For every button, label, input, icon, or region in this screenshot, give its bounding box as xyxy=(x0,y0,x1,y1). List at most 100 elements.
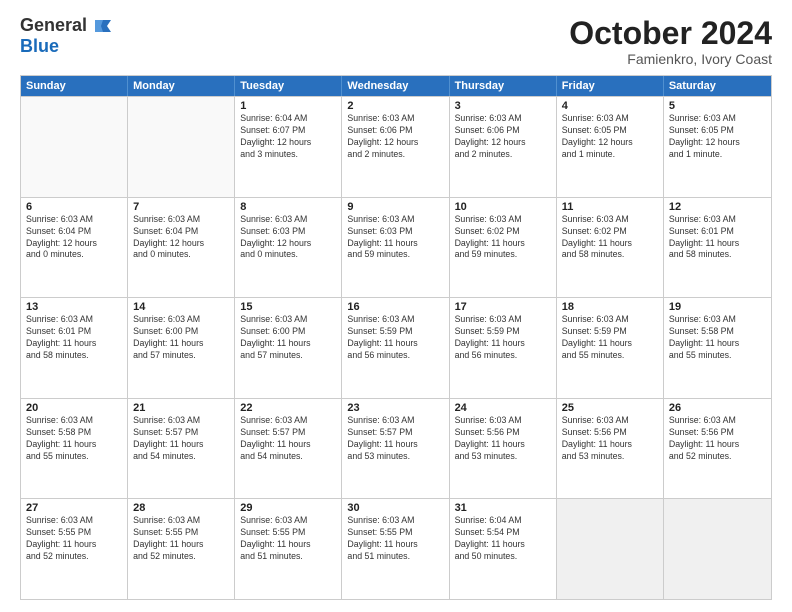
calendar-day-15: 15Sunrise: 6:03 AMSunset: 6:00 PMDayligh… xyxy=(235,298,342,398)
cell-info: Daylight: 12 hours xyxy=(26,238,122,250)
cell-info: Daylight: 11 hours xyxy=(562,439,658,451)
calendar-day-27: 27Sunrise: 6:03 AMSunset: 5:55 PMDayligh… xyxy=(21,499,128,599)
day-of-week-saturday: Saturday xyxy=(664,76,771,96)
day-of-week-friday: Friday xyxy=(557,76,664,96)
calendar-day-10: 10Sunrise: 6:03 AMSunset: 6:02 PMDayligh… xyxy=(450,198,557,298)
cell-info: Sunset: 5:57 PM xyxy=(240,427,336,439)
day-number: 7 xyxy=(133,201,229,213)
logo-text: General xyxy=(20,16,111,36)
cell-info: Sunrise: 6:03 AM xyxy=(347,415,443,427)
calendar: SundayMondayTuesdayWednesdayThursdayFrid… xyxy=(20,75,772,600)
cell-info: Sunrise: 6:03 AM xyxy=(455,415,551,427)
cell-info: Daylight: 11 hours xyxy=(26,338,122,350)
day-of-week-thursday: Thursday xyxy=(450,76,557,96)
day-number: 9 xyxy=(347,201,443,213)
cell-info: and 2 minutes. xyxy=(455,149,551,161)
cell-info: Sunrise: 6:03 AM xyxy=(133,214,229,226)
cell-info: Sunrise: 6:03 AM xyxy=(455,214,551,226)
calendar-day-11: 11Sunrise: 6:03 AMSunset: 6:02 PMDayligh… xyxy=(557,198,664,298)
cell-info: Sunset: 6:07 PM xyxy=(240,125,336,137)
calendar-day-8: 8Sunrise: 6:03 AMSunset: 6:03 PMDaylight… xyxy=(235,198,342,298)
calendar-day-24: 24Sunrise: 6:03 AMSunset: 5:56 PMDayligh… xyxy=(450,399,557,499)
calendar-day-16: 16Sunrise: 6:03 AMSunset: 5:59 PMDayligh… xyxy=(342,298,449,398)
cell-info: Daylight: 11 hours xyxy=(347,439,443,451)
cell-info: Sunset: 6:01 PM xyxy=(26,326,122,338)
day-number: 8 xyxy=(240,201,336,213)
cell-info: Daylight: 12 hours xyxy=(669,137,766,149)
cell-info: Daylight: 11 hours xyxy=(240,439,336,451)
day-of-week-wednesday: Wednesday xyxy=(342,76,449,96)
day-number: 21 xyxy=(133,402,229,414)
cell-info: Sunrise: 6:03 AM xyxy=(347,113,443,125)
page: General Blue October 2024 Famienkro, Ivo… xyxy=(0,0,792,612)
cell-info: and 58 minutes. xyxy=(562,249,658,261)
cell-info: Sunset: 5:55 PM xyxy=(347,527,443,539)
cell-info: Sunset: 5:59 PM xyxy=(455,326,551,338)
logo-general: General xyxy=(20,15,87,35)
day-number: 17 xyxy=(455,301,551,313)
cell-info: Daylight: 11 hours xyxy=(455,238,551,250)
calendar-day-23: 23Sunrise: 6:03 AMSunset: 5:57 PMDayligh… xyxy=(342,399,449,499)
cell-info: Sunrise: 6:03 AM xyxy=(26,415,122,427)
calendar-day-17: 17Sunrise: 6:03 AMSunset: 5:59 PMDayligh… xyxy=(450,298,557,398)
cell-info: Sunset: 5:59 PM xyxy=(562,326,658,338)
day-number: 14 xyxy=(133,301,229,313)
cell-info: Sunrise: 6:03 AM xyxy=(133,314,229,326)
cell-info: Daylight: 11 hours xyxy=(562,338,658,350)
calendar-day-26: 26Sunrise: 6:03 AMSunset: 5:56 PMDayligh… xyxy=(664,399,771,499)
cell-info: Sunrise: 6:03 AM xyxy=(26,214,122,226)
cell-info: Sunset: 6:05 PM xyxy=(669,125,766,137)
cell-info: and 50 minutes. xyxy=(455,551,551,563)
cell-info: Sunset: 6:03 PM xyxy=(347,226,443,238)
day-number: 18 xyxy=(562,301,658,313)
cell-info: Sunset: 5:59 PM xyxy=(347,326,443,338)
cell-info: Sunset: 5:56 PM xyxy=(562,427,658,439)
cell-info: Sunrise: 6:03 AM xyxy=(347,214,443,226)
cell-info: and 52 minutes. xyxy=(669,451,766,463)
cell-info: Sunrise: 6:03 AM xyxy=(347,515,443,527)
cell-info: Sunrise: 6:03 AM xyxy=(562,314,658,326)
cell-info: Sunset: 6:01 PM xyxy=(669,226,766,238)
day-number: 22 xyxy=(240,402,336,414)
logo-flag-icon xyxy=(93,18,111,34)
calendar-day-5: 5Sunrise: 6:03 AMSunset: 6:05 PMDaylight… xyxy=(664,97,771,197)
cell-info: and 0 minutes. xyxy=(133,249,229,261)
calendar-day-14: 14Sunrise: 6:03 AMSunset: 6:00 PMDayligh… xyxy=(128,298,235,398)
day-number: 13 xyxy=(26,301,122,313)
day-of-week-tuesday: Tuesday xyxy=(235,76,342,96)
cell-info: Sunrise: 6:03 AM xyxy=(240,415,336,427)
cell-info: Sunset: 6:06 PM xyxy=(347,125,443,137)
day-number: 1 xyxy=(240,100,336,112)
cell-info: Sunrise: 6:03 AM xyxy=(240,515,336,527)
cell-info: Daylight: 11 hours xyxy=(455,539,551,551)
calendar-day-28: 28Sunrise: 6:03 AMSunset: 5:55 PMDayligh… xyxy=(128,499,235,599)
calendar-day-9: 9Sunrise: 6:03 AMSunset: 6:03 PMDaylight… xyxy=(342,198,449,298)
cell-info: Sunrise: 6:03 AM xyxy=(26,515,122,527)
cell-info: Sunset: 6:03 PM xyxy=(240,226,336,238)
cell-info: and 58 minutes. xyxy=(26,350,122,362)
cell-info: Daylight: 11 hours xyxy=(669,338,766,350)
cell-info: Sunset: 6:00 PM xyxy=(240,326,336,338)
cell-info: and 54 minutes. xyxy=(133,451,229,463)
day-number: 4 xyxy=(562,100,658,112)
cell-info: and 59 minutes. xyxy=(347,249,443,261)
cell-info: and 58 minutes. xyxy=(669,249,766,261)
month-year: October 2024 xyxy=(569,16,772,51)
cell-info: and 2 minutes. xyxy=(347,149,443,161)
cell-info: Sunset: 6:04 PM xyxy=(26,226,122,238)
cell-info: and 55 minutes. xyxy=(562,350,658,362)
day-number: 31 xyxy=(455,502,551,514)
day-number: 12 xyxy=(669,201,766,213)
cell-info: Sunset: 5:56 PM xyxy=(455,427,551,439)
cell-info: Daylight: 12 hours xyxy=(133,238,229,250)
cell-info: and 56 minutes. xyxy=(455,350,551,362)
calendar-day-2: 2Sunrise: 6:03 AMSunset: 6:06 PMDaylight… xyxy=(342,97,449,197)
calendar-day-1: 1Sunrise: 6:04 AMSunset: 6:07 PMDaylight… xyxy=(235,97,342,197)
cell-info: Sunrise: 6:03 AM xyxy=(669,214,766,226)
cell-info: Daylight: 11 hours xyxy=(562,238,658,250)
cell-info: and 52 minutes. xyxy=(133,551,229,563)
day-number: 10 xyxy=(455,201,551,213)
cell-info: Sunrise: 6:03 AM xyxy=(669,314,766,326)
calendar-day-30: 30Sunrise: 6:03 AMSunset: 5:55 PMDayligh… xyxy=(342,499,449,599)
day-number: 26 xyxy=(669,402,766,414)
